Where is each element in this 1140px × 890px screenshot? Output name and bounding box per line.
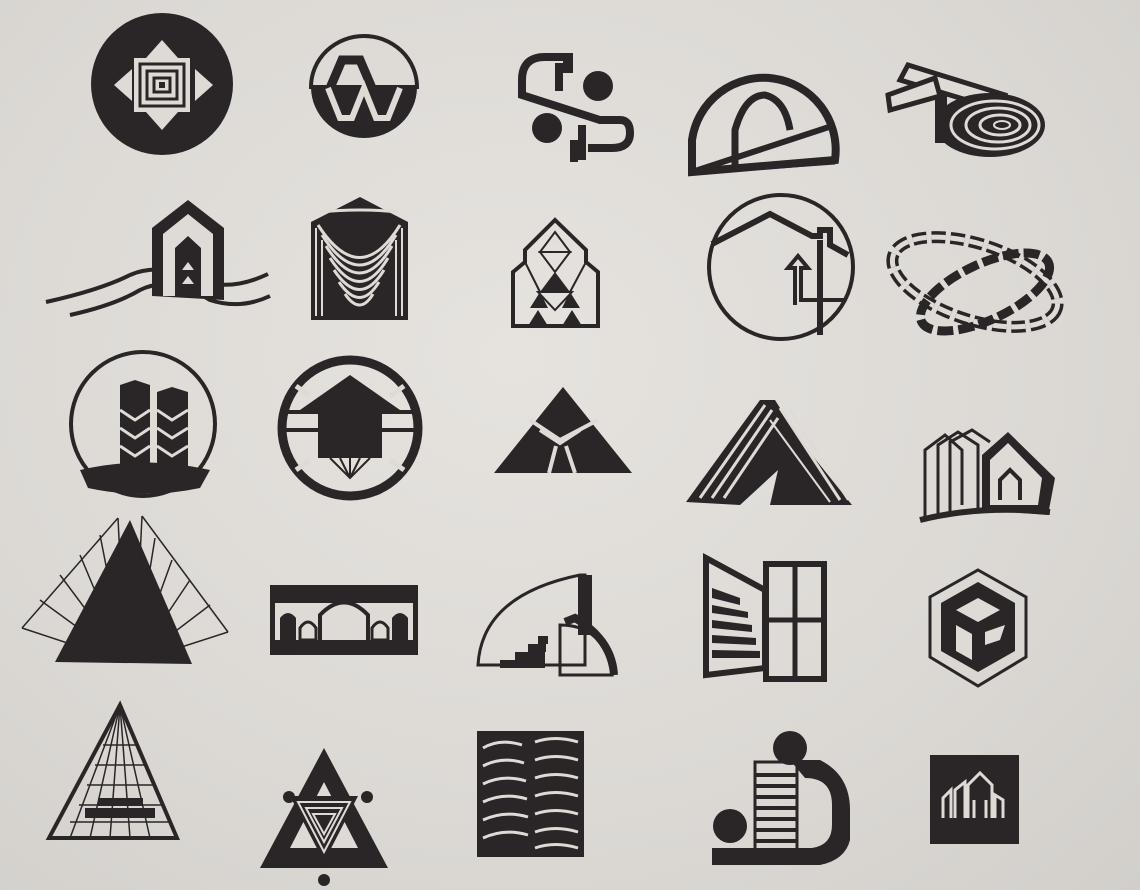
quarter-circle-steps-logo	[476, 573, 618, 677]
fan-pyramid-logo	[21, 515, 229, 664]
a-frame-stripes-logo	[686, 400, 852, 505]
curved-blinds-logo	[477, 731, 584, 857]
spiral-roll-logo	[885, 62, 1045, 157]
logo-sketch-sheet	[0, 0, 1140, 890]
logo-sketches	[21, 13, 1064, 886]
house-arrow-circle-logo	[707, 193, 855, 341]
arrows-square-circle-logo	[91, 13, 233, 155]
twin-towers-circle-logo	[69, 350, 217, 498]
triangle-y-road-logo	[494, 387, 632, 474]
coil-hook-logo	[712, 731, 850, 865]
window-building-logo	[703, 552, 827, 682]
triangle-grid-house-logo	[511, 217, 600, 328]
hexagon-cube-logo	[928, 568, 1028, 688]
chain-rings-logo	[886, 231, 1064, 336]
roof-in-circle-logo	[277, 355, 423, 501]
nested-triangles-logo	[260, 748, 388, 886]
stacked-houses-logo	[919, 428, 1055, 523]
house-on-waves-logo	[45, 200, 271, 317]
bridge-arches-logo	[270, 585, 418, 655]
half-circle-letter-logo	[308, 34, 420, 138]
square-buildings-logo	[930, 755, 1019, 844]
arch-half-circle-logo	[688, 73, 840, 177]
wire-pyramid-logo	[45, 700, 181, 840]
s-shape-dots-logo	[518, 53, 635, 162]
house-stripes-logo	[311, 197, 408, 320]
